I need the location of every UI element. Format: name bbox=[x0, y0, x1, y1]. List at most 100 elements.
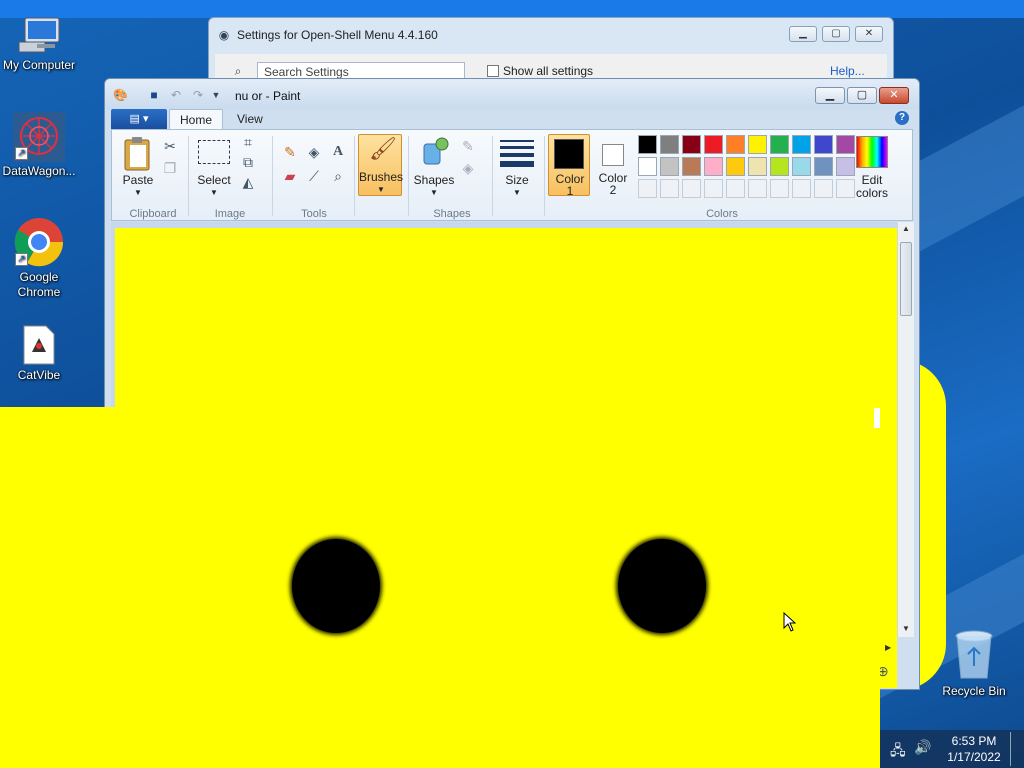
edit-colors-label-2[interactable]: colors bbox=[848, 187, 896, 200]
image-group-label: Image bbox=[214, 208, 246, 220]
palette-swatch[interactable] bbox=[814, 179, 833, 198]
brushes-button[interactable]: 🖌 Brushes ▼ bbox=[358, 134, 403, 196]
desktop-icon-label: Recycle Bin bbox=[942, 684, 1006, 698]
network-icon[interactable]: 🖧 bbox=[890, 740, 906, 764]
paint-minimize-button[interactable]: ▁ bbox=[815, 87, 845, 104]
rotate-icon[interactable]: ◭ bbox=[238, 172, 258, 192]
vertical-scrollbar[interactable]: ▲ ▼ bbox=[897, 222, 914, 637]
canvas-resize-handle[interactable] bbox=[874, 408, 880, 428]
palette-swatch[interactable] bbox=[748, 179, 767, 198]
maximize-button[interactable]: ▢ bbox=[822, 26, 850, 42]
scroll-down-icon[interactable]: ▼ bbox=[902, 624, 910, 633]
palette-swatch[interactable] bbox=[770, 179, 789, 198]
pencil-icon[interactable]: ✎ bbox=[280, 142, 300, 162]
help-icon[interactable]: ? bbox=[895, 111, 909, 125]
palette-swatch[interactable] bbox=[726, 157, 745, 176]
fill-icon[interactable]: ◈ bbox=[304, 142, 324, 162]
color2-button[interactable]: Color 2 bbox=[592, 134, 634, 197]
ribbon-separator bbox=[188, 136, 189, 216]
search-icon: ⌕ bbox=[234, 64, 242, 78]
mouse-cursor-icon bbox=[783, 611, 797, 635]
eraser-icon[interactable]: ▰ bbox=[280, 166, 300, 186]
palette-swatch[interactable] bbox=[792, 135, 811, 154]
paint-maximize-button[interactable]: ▢ bbox=[847, 87, 877, 104]
select-icon[interactable] bbox=[198, 140, 230, 164]
desktop-icon-my-computer[interactable]: My Computer bbox=[0, 16, 84, 73]
desktop-icon-datawagon[interactable]: ↗ DataWagon... bbox=[0, 112, 84, 179]
palette-swatch[interactable] bbox=[836, 135, 855, 154]
crop-icon[interactable]: ⌗ bbox=[238, 132, 258, 152]
palette-swatch[interactable] bbox=[682, 179, 701, 198]
resize-icon[interactable]: ⧉ bbox=[238, 152, 258, 172]
desktop-icon-catvibe[interactable]: CatVibe bbox=[0, 324, 84, 383]
show-desktop-button[interactable] bbox=[1010, 732, 1022, 766]
palette-swatch[interactable] bbox=[660, 135, 679, 154]
colors-group-label: Colors bbox=[706, 208, 738, 220]
palette-swatch[interactable] bbox=[638, 157, 657, 176]
palette-swatch[interactable] bbox=[726, 179, 745, 198]
palette-swatch[interactable] bbox=[814, 157, 833, 176]
color-picker-icon[interactable]: ⟋ bbox=[304, 166, 324, 186]
tab-view[interactable]: View bbox=[227, 109, 273, 129]
save-icon[interactable]: ■ bbox=[147, 88, 161, 102]
size-dropdown-icon[interactable]: ▼ bbox=[496, 186, 538, 199]
magnifier-icon[interactable]: ⌕ bbox=[328, 166, 348, 186]
volume-icon[interactable]: 🔊 bbox=[914, 739, 931, 756]
tab-home[interactable]: Home bbox=[169, 109, 224, 129]
close-button[interactable]: ✕ bbox=[855, 26, 883, 42]
tray-date: 1/17/2022 bbox=[947, 750, 1001, 764]
palette-swatch[interactable] bbox=[638, 135, 657, 154]
shape-fill-icon[interactable]: ◈ bbox=[458, 158, 478, 178]
edit-colors-icon[interactable] bbox=[856, 136, 888, 168]
desktop-icon-label: Google Chrome bbox=[17, 270, 61, 299]
color1-button[interactable]: Color 1 bbox=[548, 134, 590, 198]
palette-swatch[interactable] bbox=[770, 135, 789, 154]
palette-swatch[interactable] bbox=[682, 135, 701, 154]
palette-swatch[interactable] bbox=[770, 157, 789, 176]
desktop-icon-google-chrome[interactable]: ↗ Google Chrome bbox=[0, 216, 84, 300]
desktop-icon-label: CatVibe bbox=[17, 368, 61, 382]
right-eye-shape bbox=[618, 539, 706, 633]
palette-swatch[interactable] bbox=[638, 179, 657, 198]
cut-icon[interactable]: ✂ bbox=[160, 136, 180, 156]
scroll-right-icon[interactable]: ▶ bbox=[885, 643, 891, 652]
show-all-checkbox[interactable] bbox=[487, 65, 499, 77]
size-icon[interactable] bbox=[500, 138, 534, 167]
ribbon-separator bbox=[408, 136, 409, 216]
palette-swatch[interactable] bbox=[704, 179, 723, 198]
select-dropdown-icon[interactable]: ▼ bbox=[192, 186, 236, 199]
file-menu-button[interactable]: ▤ ▾ bbox=[111, 109, 167, 129]
vertical-scrollbar-thumb[interactable] bbox=[900, 242, 912, 316]
palette-swatch[interactable] bbox=[726, 135, 745, 154]
paste-icon[interactable] bbox=[122, 136, 158, 176]
palette-swatch[interactable] bbox=[748, 157, 767, 176]
palette-swatch[interactable] bbox=[704, 135, 723, 154]
paste-dropdown-icon[interactable]: ▼ bbox=[120, 186, 156, 199]
palette-swatch[interactable] bbox=[814, 135, 833, 154]
tray-clock[interactable]: 6:53 PM 1/17/2022 bbox=[940, 733, 1008, 765]
brush-icon: 🖌 bbox=[369, 136, 397, 161]
palette-swatch[interactable] bbox=[748, 135, 767, 154]
color1-swatch bbox=[554, 139, 584, 169]
desktop-top-strip bbox=[0, 0, 1024, 18]
palette-swatch[interactable] bbox=[704, 157, 723, 176]
help-link[interactable]: Help... bbox=[830, 64, 865, 78]
palette-swatch[interactable] bbox=[792, 179, 811, 198]
minimize-button[interactable]: ▁ bbox=[789, 26, 817, 42]
palette-swatch[interactable] bbox=[682, 157, 701, 176]
customize-quick-access-icon[interactable]: ▼ bbox=[209, 88, 223, 102]
shapes-dropdown-icon[interactable]: ▼ bbox=[412, 186, 456, 199]
scroll-up-icon[interactable]: ▲ bbox=[902, 224, 910, 233]
redo-icon[interactable]: ↷ bbox=[191, 88, 205, 102]
undo-icon[interactable]: ↶ bbox=[169, 88, 183, 102]
paint-close-button[interactable]: ✕ bbox=[879, 87, 909, 104]
palette-swatch[interactable] bbox=[660, 179, 679, 198]
text-icon[interactable]: A bbox=[328, 142, 348, 162]
shortcut-arrow-icon: ↗ bbox=[15, 147, 28, 160]
palette-swatch[interactable] bbox=[660, 157, 679, 176]
palette-swatch[interactable] bbox=[792, 157, 811, 176]
outline-icon[interactable]: ✎ bbox=[458, 136, 478, 156]
shapes-icon[interactable] bbox=[420, 136, 452, 166]
copy-icon[interactable]: ❐ bbox=[160, 158, 180, 178]
shortcut-arrow-icon: ↗ bbox=[15, 253, 28, 266]
